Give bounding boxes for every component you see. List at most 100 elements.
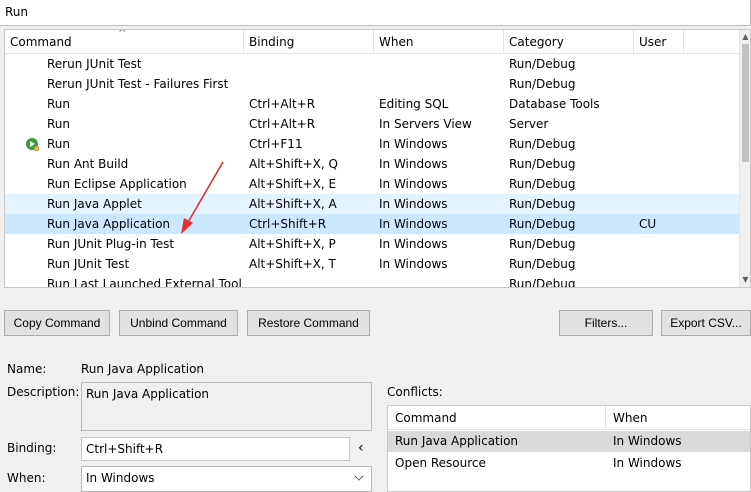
cell-category: Run/Debug	[509, 57, 576, 71]
filters-button[interactable]: Filters...	[559, 310, 653, 336]
column-header-command[interactable]: Command ^	[5, 30, 244, 54]
binding-menu-icon[interactable]: ‹	[358, 440, 364, 456]
filter-input[interactable]: Run	[0, 0, 751, 26]
cell-binding: Ctrl+F11	[249, 137, 303, 151]
cell-user	[639, 174, 689, 194]
cell-command: Rerun JUnit Test - Failures First	[47, 77, 229, 91]
cell-category: Run/Debug	[509, 137, 576, 151]
cell-when: In Windows	[379, 197, 448, 211]
cell-binding: Ctrl+Alt+R	[249, 97, 316, 111]
table-row[interactable]: Run Java Application Ctrl+Shift+R In Windo…	[5, 214, 740, 234]
cell-user	[639, 134, 689, 154]
description-label: Description:	[7, 385, 80, 399]
cell-user	[639, 194, 689, 214]
table-row[interactable]: Run JUnit Plug-in Test Alt+Shift+X, P In W…	[5, 234, 740, 254]
cell-command: Run	[47, 97, 71, 111]
binding-field[interactable]: Ctrl+Shift+R	[81, 437, 350, 461]
cell-user	[639, 54, 689, 74]
table-row[interactable]: Run Ctrl+Alt+R In Servers View Server	[5, 114, 740, 134]
cell-category: Run/Debug	[509, 257, 576, 271]
cell-command: Run	[47, 117, 71, 131]
conflicts-header: Command When	[388, 406, 750, 430]
cell-when: Editing SQL	[379, 97, 449, 111]
sort-ascending-icon: ^	[118, 29, 127, 39]
cell-category: Run/Debug	[509, 197, 576, 211]
scrollbar-thumb[interactable]	[742, 44, 749, 162]
filter-text: Run	[5, 5, 29, 19]
cell-user	[639, 94, 689, 114]
chevron-down-icon	[354, 471, 364, 481]
cell-user: CU	[639, 217, 657, 231]
cell-category: Run/Debug	[509, 77, 576, 91]
cell-when: In Windows	[379, 237, 448, 251]
conflict-row[interactable]: Run Java Application In Windows	[388, 431, 750, 452]
restore-command-button[interactable]: Restore Command	[247, 310, 370, 336]
conflicts-label: Conflicts:	[387, 385, 443, 399]
table-row[interactable]: Run Ctrl+F11 In Windows Run/Debug	[5, 134, 740, 154]
cell-user	[639, 254, 689, 274]
conflicts-column-command[interactable]: Command	[388, 406, 606, 430]
when-label: When:	[7, 471, 46, 485]
cell-when: In Windows	[379, 217, 448, 231]
cell-when: In Windows	[379, 257, 448, 271]
cell-category: Database Tools	[509, 97, 600, 111]
cell-command: Run Last Launched External Tool	[47, 277, 242, 288]
cell-when	[379, 54, 505, 74]
conflicts-table[interactable]: Command When Run Java Application In Win…	[387, 405, 751, 492]
cell-category: Run/Debug	[509, 237, 576, 251]
cell-category: Run/Debug	[509, 157, 576, 171]
cell-binding: Alt+Shift+X, T	[249, 257, 336, 271]
cell-user	[639, 234, 689, 254]
cell-command: Run JUnit Test	[47, 257, 130, 271]
export-csv-button[interactable]: Export CSV...	[661, 310, 751, 336]
conflict-row[interactable]: Open Resource In Windows	[388, 453, 750, 474]
cell-user	[639, 154, 689, 174]
annotation-arrow-icon	[181, 161, 224, 234]
scroll-down-icon[interactable]: ▼	[740, 274, 750, 286]
cell-category: Run/Debug	[509, 177, 576, 191]
cell-when	[379, 274, 505, 287]
scroll-up-icon[interactable]: ▲	[740, 31, 750, 43]
binding-label: Binding:	[7, 441, 57, 455]
conflicts-column-when[interactable]: When	[606, 406, 750, 430]
column-header-binding[interactable]: Binding	[244, 30, 374, 54]
table-row[interactable]: Run Ant Build Alt+Shift+X, Q In Windows Run…	[5, 154, 740, 174]
column-header-user[interactable]: User	[634, 30, 684, 54]
cell-when: In Windows	[379, 157, 448, 171]
column-header-category[interactable]: Category	[504, 30, 634, 54]
commands-table[interactable]: Command ^ Binding When Category User Reru…	[4, 29, 751, 288]
cell-category: Run/Debug	[509, 277, 576, 288]
name-label: Name:	[7, 362, 47, 376]
cell-user	[639, 274, 689, 287]
cell-binding	[249, 74, 375, 94]
cell-binding: Alt+Shift+X, Q	[249, 157, 338, 171]
table-row[interactable]: Run Eclipse Application Alt+Shift+X, E In …	[5, 174, 740, 194]
cell-command: Run	[47, 137, 71, 151]
column-header-when[interactable]: When	[374, 30, 504, 54]
table-row[interactable]: Run JUnit Test Alt+Shift+X, T In Windows Ru…	[5, 254, 740, 274]
table-row[interactable]: Rerun JUnit Test Run/Debug	[5, 54, 740, 74]
vertical-scrollbar[interactable]: ▲ ▼	[739, 30, 750, 287]
cell-when: In Windows	[379, 137, 448, 151]
run-icon	[26, 138, 39, 151]
cell-binding: Alt+Shift+X, E	[249, 177, 337, 191]
cell-binding: Ctrl+Alt+R	[249, 117, 316, 131]
cell-category: Run/Debug	[509, 217, 576, 231]
cell-binding: Ctrl+Shift+R	[249, 217, 327, 231]
table-row[interactable]: Run Java Applet Alt+Shift+X, A In Windows R…	[5, 194, 740, 214]
cell-binding: Alt+Shift+X, P	[249, 237, 336, 251]
cell-binding: Alt+Shift+X, A	[249, 197, 337, 211]
cell-when: In Windows	[379, 177, 448, 191]
table-row[interactable]: Run Last Launched External Tool Run/Debug	[5, 274, 740, 288]
table-row[interactable]: Rerun JUnit Test - Failures First Run/Deb…	[5, 74, 740, 94]
cell-user	[639, 74, 689, 94]
cell-when	[379, 74, 505, 94]
when-select[interactable]: In Windows	[81, 466, 372, 492]
cell-user	[639, 114, 689, 134]
table-row[interactable]: Run Ctrl+Alt+R Editing SQL Database Tools	[5, 94, 740, 114]
cell-binding	[249, 274, 375, 287]
copy-command-button[interactable]: Copy Command	[4, 310, 110, 336]
description-field: Run Java Application	[81, 382, 372, 431]
cell-binding	[249, 54, 375, 74]
unbind-command-button[interactable]: Unbind Command	[119, 310, 238, 336]
